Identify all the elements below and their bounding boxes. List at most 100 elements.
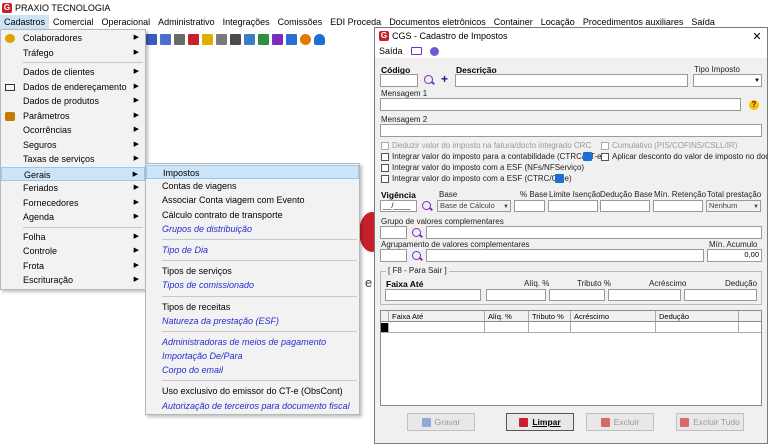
menu-integracoes[interactable]: Integrações <box>219 15 274 29</box>
grid-col-tributo[interactable]: Tributo % <box>529 311 571 321</box>
excluir-tudo-button[interactable]: Excluir Tudo <box>676 413 744 431</box>
aliq-input[interactable] <box>486 289 546 301</box>
submenu-item-impostos[interactable]: Impostos <box>146 165 359 180</box>
toolbar-report-icon[interactable] <box>230 33 241 45</box>
grid-cell[interactable] <box>571 322 656 332</box>
info-icon[interactable] <box>583 152 592 161</box>
submenu-item-importacao-de-para[interactable]: Importação De/Para <box>146 349 359 363</box>
menu-item-agenda[interactable]: Agenda ▶ <box>1 210 145 225</box>
descricao-input[interactable] <box>455 74 688 87</box>
esf-ctrc-checkbox[interactable] <box>381 175 389 183</box>
submenu-item-autorizacao-terceiros[interactable]: Autorização de terceiros para documento … <box>146 399 359 413</box>
submenu-item-tipos-servicos[interactable]: Tipos de serviços <box>146 264 359 278</box>
toolbar-doc-icon[interactable] <box>146 33 157 45</box>
search-icon[interactable] <box>412 251 421 260</box>
mensagem1-input[interactable] <box>380 98 741 111</box>
submenu-item-uso-exclusivo-cte[interactable]: Uso exclusivo do emissor do CT-e (ObsCon… <box>146 384 359 398</box>
agrupamento-desc-input[interactable] <box>426 249 704 262</box>
menu-cadastros[interactable]: Cadastros <box>0 15 50 29</box>
esf-nfs-checkbox[interactable] <box>381 164 389 172</box>
menu-item-colaboradores[interactable]: Colaboradores ▶ <box>1 31 145 46</box>
grid-cell[interactable] <box>485 322 529 332</box>
table-row[interactable] <box>381 322 761 333</box>
toolbar-preview-icon[interactable] <box>244 33 255 45</box>
submenu-item-associar-conta[interactable]: Associar Conta viagem com Evento <box>146 193 359 207</box>
grid-cell[interactable] <box>529 322 571 332</box>
menu-item-escrituracao[interactable]: Escrituração ▶ <box>1 273 145 288</box>
help-icon[interactable]: ? <box>749 100 759 110</box>
toolbar-copy-icon[interactable] <box>160 33 171 45</box>
cumulativo-checkbox[interactable] <box>601 142 609 150</box>
menu-item-feriados[interactable]: Feriados ▶ <box>1 181 145 196</box>
pct-base-input[interactable] <box>514 200 545 212</box>
menu-item-folha[interactable]: Folha ▶ <box>1 230 145 245</box>
codigo-input[interactable] <box>380 74 418 87</box>
menu-item-taxas-servicos[interactable]: Taxas de serviços ▶ <box>1 152 145 167</box>
menu-item-gerais[interactable]: Gerais ▶ <box>1 166 145 181</box>
menu-item-frota[interactable]: Frota ▶ <box>1 259 145 274</box>
menu-item-seguros[interactable]: Seguros ▶ <box>1 138 145 153</box>
tributo-input[interactable] <box>549 289 605 301</box>
toolbar-save-icon[interactable] <box>286 33 297 45</box>
vigencia-input[interactable]: __/____ <box>380 200 417 212</box>
grid-col-aliq[interactable]: Alíq. % <box>485 311 529 321</box>
submenu-item-contas-viagens[interactable]: Contas de viagens <box>146 179 359 193</box>
grupo-desc-input[interactable] <box>426 226 762 239</box>
menu-operacional[interactable]: Operacional <box>98 15 155 29</box>
grid-cell[interactable] <box>656 322 739 332</box>
window-icon[interactable] <box>410 47 422 55</box>
menu-item-parametros[interactable]: Parâmetros ▶ <box>1 109 145 124</box>
toolbar-delete-icon[interactable] <box>188 33 199 45</box>
toolbar-print-icon[interactable] <box>174 33 185 45</box>
toolbar-chart-icon[interactable] <box>272 33 283 45</box>
grupo-code-input[interactable] <box>380 226 407 239</box>
search-icon[interactable] <box>424 75 433 84</box>
toolbar-trash-icon[interactable] <box>202 33 213 45</box>
deduzir-checkbox[interactable] <box>381 142 389 150</box>
limpar-button[interactable]: Limpar <box>506 413 574 431</box>
grid-col-faixa-ate[interactable]: Faixa Até <box>389 311 485 321</box>
dialog-menu-saida[interactable]: Saída <box>379 46 403 56</box>
menu-item-dados-enderecamento[interactable]: Dados de endereçamento ▶ <box>1 80 145 95</box>
close-icon[interactable]: ✕ <box>747 30 767 43</box>
info-icon[interactable] <box>429 46 439 56</box>
add-icon[interactable]: + <box>441 72 448 86</box>
search-icon[interactable] <box>422 201 431 210</box>
submenu-item-calculo-contrato[interactable]: Cálculo contrato de transporte <box>146 208 359 222</box>
submenu-item-grupos-distribuicao[interactable]: Grupos de distribuição <box>146 222 359 236</box>
submenu-item-tipos-receitas[interactable]: Tipos de receitas <box>146 300 359 314</box>
menu-item-dados-clientes[interactable]: Dados de clientes ▶ <box>1 65 145 80</box>
info-icon[interactable] <box>555 174 564 183</box>
toolbar-globe-icon[interactable] <box>300 33 311 45</box>
submenu-item-tipos-comissionado[interactable]: Tipos de comissionado <box>146 278 359 292</box>
aplicar-desconto-checkbox[interactable] <box>601 153 609 161</box>
grid-col-acrescimo[interactable]: Acréscimo <box>571 311 656 321</box>
agrupamento-code-input[interactable] <box>380 249 407 262</box>
menu-item-controle[interactable]: Controle ▶ <box>1 244 145 259</box>
acrescimo-input[interactable] <box>608 289 681 301</box>
submenu-item-natureza-prestacao[interactable]: Natureza da prestação (ESF) <box>146 314 359 328</box>
limite-isencao-input[interactable] <box>548 200 598 212</box>
gravar-button[interactable]: Gravar <box>407 413 475 431</box>
total-prestacao-select[interactable]: Nenhum ▼ <box>706 200 761 212</box>
deducao-base-input[interactable] <box>600 200 650 212</box>
grid-col-deducao[interactable]: Dedução <box>656 311 739 321</box>
menu-item-fornecedores[interactable]: Fornecedores ▶ <box>1 196 145 211</box>
grid-cell[interactable] <box>389 322 485 332</box>
menu-comercial[interactable]: Comercial <box>49 15 98 29</box>
submenu-item-administradoras-pagamento[interactable]: Administradoras de meios de pagamento <box>146 335 359 349</box>
faixa-ate-input[interactable] <box>385 289 481 301</box>
menu-item-ocorrencias[interactable]: Ocorrências ▶ <box>1 123 145 138</box>
submenu-item-tipo-dia[interactable]: Tipo de Dia <box>146 243 359 257</box>
excluir-button[interactable]: Excluir <box>586 413 654 431</box>
menu-item-dados-produtos[interactable]: Dados de produtos ▶ <box>1 94 145 109</box>
menu-administrativo[interactable]: Administrativo <box>154 15 219 29</box>
deducao-input[interactable] <box>684 289 757 301</box>
contabilidade-checkbox[interactable] <box>381 153 389 161</box>
submenu-item-corpo-email[interactable]: Corpo do email <box>146 363 359 377</box>
mensagem2-input[interactable] <box>380 124 762 137</box>
menu-item-trafego[interactable]: Tráfego ▶ <box>1 46 145 61</box>
toolbar-bell-icon[interactable] <box>314 33 325 45</box>
menu-comissoes[interactable]: Comissões <box>274 15 327 29</box>
faixas-grid[interactable]: Faixa Até Alíq. % Tributo % Acréscimo De… <box>380 310 762 406</box>
